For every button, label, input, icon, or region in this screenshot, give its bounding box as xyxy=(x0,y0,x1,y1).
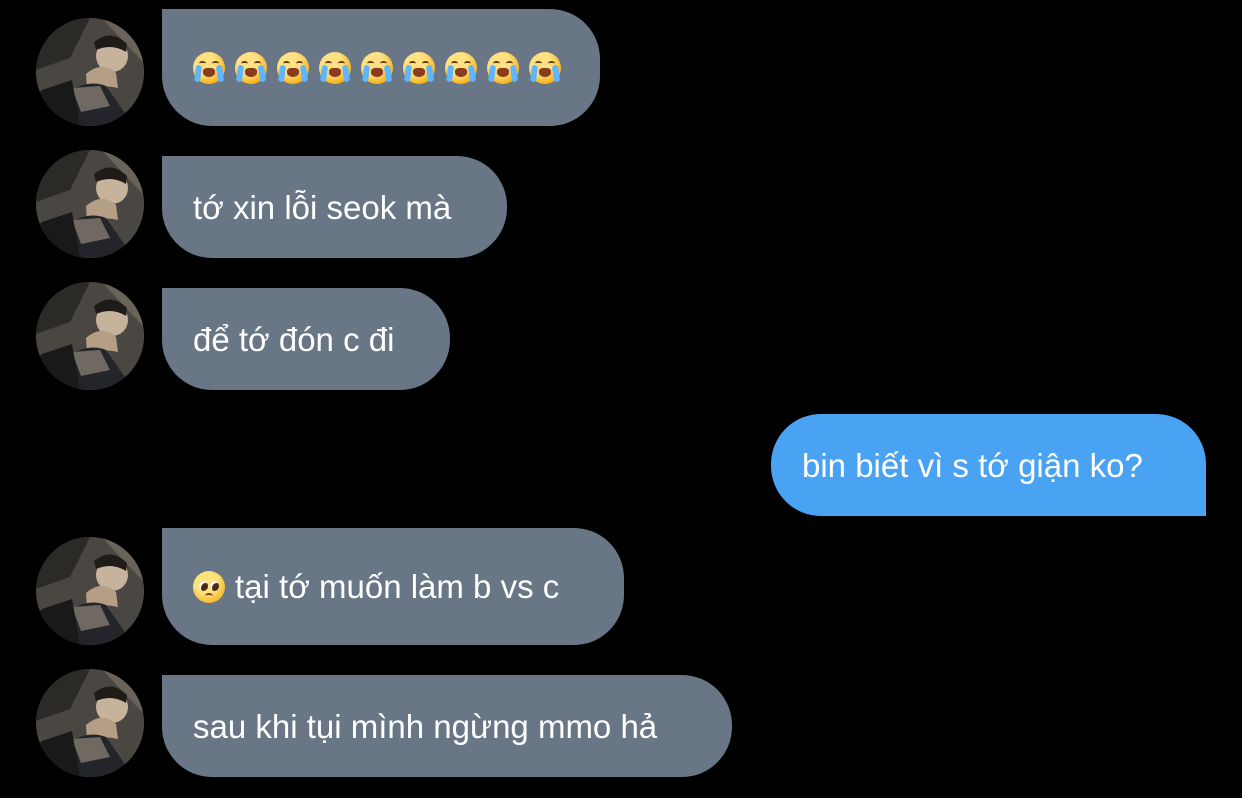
loudly-crying-face-icon xyxy=(361,51,393,84)
message-text: tớ xin lỗi seok mà xyxy=(193,188,452,226)
loudly-crying-face-icon xyxy=(235,51,267,84)
emoji-row xyxy=(193,51,561,84)
pleading-face-icon xyxy=(193,570,225,603)
avatar[interactable] xyxy=(36,18,144,126)
message-bubble-5[interactable]: tại tớ muốn làm b vs c xyxy=(162,528,624,645)
message-bubble-6[interactable]: sau khi tụi mình ngừng mmo hả xyxy=(162,675,732,777)
loudly-crying-face-icon xyxy=(193,51,225,84)
message-text: để tớ đón c đi xyxy=(193,320,395,358)
profile-photo-icon xyxy=(36,282,144,390)
avatar[interactable] xyxy=(36,150,144,258)
loudly-crying-face-icon xyxy=(487,51,519,84)
avatar[interactable] xyxy=(36,537,144,645)
message-bubble-2[interactable]: tớ xin lỗi seok mà xyxy=(162,156,507,258)
profile-photo-icon xyxy=(36,669,144,777)
loudly-crying-face-icon xyxy=(319,51,351,84)
profile-photo-icon xyxy=(36,537,144,645)
message-bubble-1[interactable] xyxy=(162,9,600,126)
avatar[interactable] xyxy=(36,282,144,390)
loudly-crying-face-icon xyxy=(529,51,561,84)
loudly-crying-face-icon xyxy=(277,51,309,84)
message-bubble-4[interactable]: bin biết vì s tớ giận ko? xyxy=(771,414,1206,516)
loudly-crying-face-icon xyxy=(445,51,477,84)
profile-photo-icon xyxy=(36,18,144,126)
message-text: tại tớ muốn làm b vs c xyxy=(235,568,560,605)
message-text: sau khi tụi mình ngừng mmo hả xyxy=(193,707,658,745)
profile-photo-icon xyxy=(36,150,144,258)
loudly-crying-face-icon xyxy=(403,51,435,84)
message-text: bin biết vì s tớ giận ko? xyxy=(802,446,1143,484)
message-bubble-3[interactable]: để tớ đón c đi xyxy=(162,288,450,390)
avatar[interactable] xyxy=(36,669,144,777)
